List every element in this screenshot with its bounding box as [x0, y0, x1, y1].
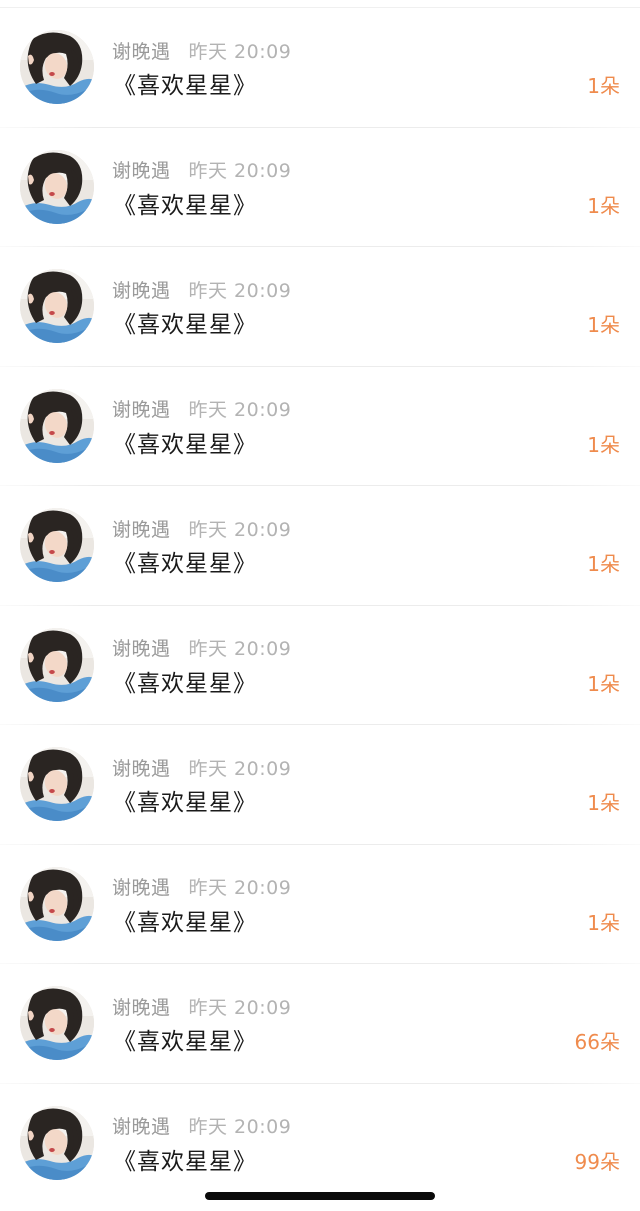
- home-indicator[interactable]: [205, 1192, 435, 1200]
- flower-count: 1朵: [587, 791, 620, 815]
- user-avatar[interactable]: [20, 627, 94, 702]
- sender-name[interactable]: 谢晚遇: [112, 515, 171, 542]
- send-time: 昨天 20:09: [188, 399, 292, 421]
- work-title: 《喜欢星星》: [113, 312, 257, 338]
- avatar-photo-icon: [20, 627, 94, 702]
- sender-name[interactable]: 谢晚遇: [112, 156, 171, 183]
- work-title: 《喜欢星星》: [113, 790, 257, 816]
- gift-meta: 谢晚遇 昨天 20:09: [112, 1114, 291, 1138]
- send-time: 昨天 20:09: [188, 757, 292, 780]
- user-avatar[interactable]: [20, 747, 94, 821]
- gift-list-item[interactable]: 谢晚遇 昨天 20:09 《喜欢星星》 1朵: [0, 367, 640, 486]
- sender-name[interactable]: 谢晚遇: [112, 993, 171, 1020]
- send-time: 昨天 20:09: [188, 518, 292, 541]
- send-time: 昨天 20:09: [188, 40, 292, 63]
- flower-count: 1朵: [587, 313, 620, 337]
- avatar-photo-icon: [20, 1105, 94, 1180]
- gift-list-item[interactable]: 谢晚遇 昨天 20:09 《喜欢星星》 1朵: [0, 128, 640, 247]
- avatar-photo-icon: [20, 508, 94, 582]
- send-time: 昨天 20:09: [188, 877, 292, 899]
- user-avatar[interactable]: [20, 986, 94, 1060]
- send-time: 昨天 20:09: [188, 638, 292, 660]
- gift-meta: 谢晚遇 昨天 20:09: [112, 158, 291, 182]
- avatar-photo-icon: [20, 149, 94, 224]
- flower-count: 1朵: [587, 910, 620, 935]
- user-avatar[interactable]: [20, 866, 94, 941]
- avatar-photo-icon: [20, 388, 94, 463]
- gift-meta: 谢晚遇 昨天 20:09: [112, 636, 291, 660]
- gift-meta: 谢晚遇 昨天 20:09: [112, 37, 292, 64]
- gift-meta: 谢晚遇 昨天 20:09: [112, 993, 292, 1020]
- sender-name[interactable]: 谢晚遇: [112, 276, 171, 303]
- user-avatar[interactable]: [20, 269, 94, 343]
- gift-list-item[interactable]: 谢晚遇 昨天 20:09 《喜欢星星》 99朵: [0, 1084, 640, 1204]
- send-time: 昨天 20:09: [188, 1116, 292, 1138]
- flower-count: 1朵: [587, 432, 620, 457]
- gift-list-item[interactable]: 谢晚遇 昨天 20:09 《喜欢星星》 1朵: [0, 8, 640, 128]
- flower-count: 1朵: [587, 671, 620, 696]
- send-time: 昨天 20:09: [188, 160, 292, 182]
- flower-count: 1朵: [587, 552, 620, 576]
- user-avatar[interactable]: [20, 1105, 94, 1180]
- work-title: 《喜欢星星》: [113, 73, 257, 99]
- work-title: 《喜欢星星》: [113, 551, 257, 577]
- flower-count: 99朵: [574, 1149, 620, 1174]
- avatar-photo-icon: [20, 986, 94, 1060]
- sender-name[interactable]: 谢晚遇: [112, 754, 171, 781]
- gift-list-item[interactable]: 谢晚遇 昨天 20:09 《喜欢星星》 1朵: [0, 606, 640, 725]
- gift-list-item[interactable]: 谢晚遇 昨天 20:09 《喜欢星星》 1朵: [0, 247, 640, 367]
- gift-list-item[interactable]: 谢晚遇 昨天 20:09 《喜欢星星》 66朵: [0, 964, 640, 1084]
- flower-count: 66朵: [574, 1030, 620, 1054]
- gift-list-item[interactable]: 谢晚遇 昨天 20:09 《喜欢星星》 1朵: [0, 486, 640, 606]
- sender-name[interactable]: 谢晚遇: [112, 37, 171, 64]
- gift-meta: 谢晚遇 昨天 20:09: [112, 875, 291, 899]
- sender-name[interactable]: 谢晚遇: [112, 395, 171, 422]
- gift-meta: 谢晚遇 昨天 20:09: [112, 397, 291, 421]
- gift-list-item[interactable]: 谢晚遇 昨天 20:09 《喜欢星星》 1朵: [0, 725, 640, 845]
- gift-list-screen: 谢晚遇 昨天 20:09 《喜欢星星》 1朵 谢晚遇 昨天 20:09 《喜欢星…: [0, 0, 640, 1211]
- gift-meta: 谢晚遇 昨天 20:09: [112, 515, 292, 542]
- work-title: 《喜欢星星》: [113, 1029, 257, 1055]
- work-title: 《喜欢星星》: [113, 431, 257, 458]
- gift-meta: 谢晚遇 昨天 20:09: [112, 754, 292, 781]
- gift-list-item[interactable]: 谢晚遇 昨天 20:09 《喜欢星星》 1朵: [0, 845, 640, 964]
- user-avatar[interactable]: [20, 30, 94, 104]
- work-title: 《喜欢星星》: [113, 670, 257, 697]
- avatar-photo-icon: [20, 269, 94, 343]
- flower-count: 1朵: [587, 74, 620, 98]
- user-avatar[interactable]: [20, 149, 94, 224]
- sender-name[interactable]: 谢晚遇: [112, 1112, 171, 1139]
- flower-count: 1朵: [587, 193, 620, 218]
- avatar-photo-icon: [20, 747, 94, 821]
- gift-list: 谢晚遇 昨天 20:09 《喜欢星星》 1朵 谢晚遇 昨天 20:09 《喜欢星…: [0, 8, 640, 1203]
- gift-meta: 谢晚遇 昨天 20:09: [112, 276, 292, 303]
- sender-name[interactable]: 谢晚遇: [112, 873, 171, 900]
- work-title: 《喜欢星星》: [113, 192, 257, 219]
- user-avatar[interactable]: [20, 388, 94, 463]
- work-title: 《喜欢星星》: [113, 909, 257, 936]
- sender-name[interactable]: 谢晚遇: [112, 634, 171, 661]
- avatar-photo-icon: [20, 866, 94, 941]
- work-title: 《喜欢星星》: [113, 1148, 257, 1175]
- user-avatar[interactable]: [20, 508, 94, 582]
- send-time: 昨天 20:09: [188, 279, 292, 302]
- avatar-photo-icon: [20, 30, 94, 104]
- send-time: 昨天 20:09: [188, 996, 292, 1019]
